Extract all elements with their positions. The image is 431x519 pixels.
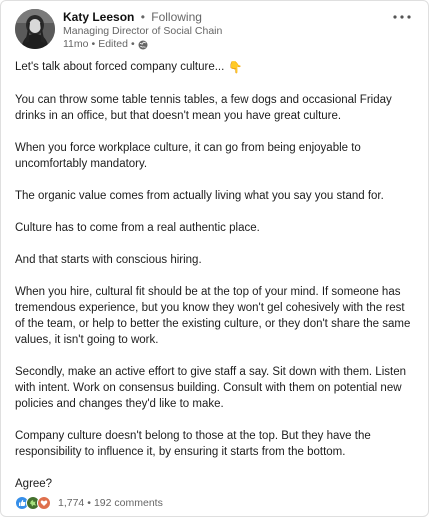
comments-count[interactable]: 192 comments xyxy=(94,497,163,509)
social-counts: 1,774 • 192 comments xyxy=(15,495,163,511)
post-paragraph: Let's talk about forced company culture.… xyxy=(15,59,414,76)
avatar-photo xyxy=(15,9,55,49)
love-icon xyxy=(37,496,51,510)
post-timestamp[interactable]: 11mo xyxy=(63,38,89,51)
post-paragraph: And that starts with conscious hiring. xyxy=(15,254,202,266)
post-paragraph: Company culture doesn't belong to those … xyxy=(15,430,371,458)
post-time-line: 11mo • Edited • xyxy=(63,38,374,51)
pointing-down-emoji: 👇 xyxy=(228,62,243,74)
separator-dot: • xyxy=(130,38,135,50)
engagement-counts: 1,774 • 192 comments xyxy=(58,497,163,509)
separator-dot: • xyxy=(140,10,145,24)
post-paragraph: Agree? xyxy=(15,478,53,490)
post-paragraph: The organic value comes from actually li… xyxy=(15,190,384,202)
post-header: Katy Leeson • Following Managing Directo… xyxy=(15,9,414,53)
author-line: Katy Leeson • Following xyxy=(63,9,374,25)
separator-dot: • xyxy=(87,497,91,509)
post-paragraph: Culture has to come from a real authenti… xyxy=(15,222,260,234)
edited-label: Edited xyxy=(98,38,128,50)
author-meta: Katy Leeson • Following Managing Directo… xyxy=(63,9,374,51)
avatar[interactable] xyxy=(15,9,55,49)
globe-icon xyxy=(138,40,148,50)
post-paragraph: When you hire, cultural fit should be at… xyxy=(15,286,411,346)
post-paragraph: Secondly, make an active effort to give … xyxy=(15,366,406,410)
more-horizontal-icon[interactable] xyxy=(390,9,414,25)
author-headline: Managing Director of Social Chain xyxy=(63,25,223,37)
reaction-count[interactable]: 1,774 xyxy=(58,497,84,509)
post-card: Katy Leeson • Following Managing Directo… xyxy=(0,0,429,517)
author-name[interactable]: Katy Leeson xyxy=(63,10,134,24)
post-paragraph: When you force workplace culture, it can… xyxy=(15,142,361,170)
post-paragraph: You can throw some table tennis tables, … xyxy=(15,94,392,122)
reactions-summary[interactable] xyxy=(15,496,51,510)
post-text: Let's talk about forced company culture.… xyxy=(15,61,225,73)
follow-status[interactable]: Following xyxy=(151,10,202,24)
post-body: Let's talk about forced company culture.… xyxy=(15,59,414,508)
separator-dot: • xyxy=(91,38,96,50)
